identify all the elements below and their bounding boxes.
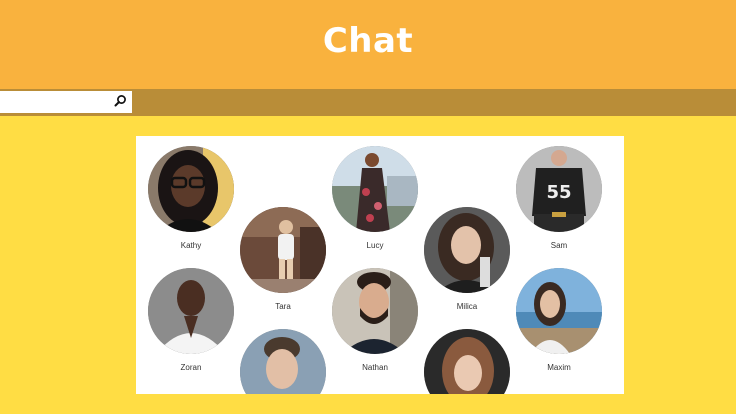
contact-milica[interactable]: Milica bbox=[422, 207, 512, 311]
contact-sam[interactable]: 55 Sam bbox=[514, 146, 604, 250]
page-title: Chat bbox=[322, 20, 414, 61]
contact-unnamed-1[interactable] bbox=[238, 329, 328, 394]
contact-name: Kathy bbox=[180, 241, 202, 250]
contact-unnamed-2[interactable] bbox=[422, 329, 512, 394]
contact-kathy[interactable]: Kathy bbox=[146, 146, 236, 250]
search-icon bbox=[114, 94, 127, 110]
search-input[interactable] bbox=[0, 91, 108, 113]
svg-text:55: 55 bbox=[546, 182, 571, 203]
contact-name: Nathan bbox=[362, 363, 388, 372]
avatar: 55 bbox=[516, 146, 602, 232]
search-button[interactable] bbox=[108, 91, 132, 113]
avatar bbox=[332, 146, 418, 232]
avatar bbox=[148, 268, 234, 354]
contact-maxim[interactable]: Maxim bbox=[514, 268, 604, 372]
avatar bbox=[240, 329, 326, 394]
contact-nathan[interactable]: Nathan bbox=[330, 268, 420, 372]
contact-lucy[interactable]: Lucy bbox=[330, 146, 420, 250]
avatar bbox=[424, 207, 510, 293]
contact-tara[interactable]: Tara bbox=[238, 207, 328, 311]
contacts-grid: Kathy Tara Lucy Milica 55 Sam Zoran Nath… bbox=[136, 136, 624, 394]
contact-name: Lucy bbox=[366, 241, 384, 250]
contact-name: Tara bbox=[275, 302, 291, 311]
avatar bbox=[148, 146, 234, 232]
avatar bbox=[516, 268, 602, 354]
app-header: Chat bbox=[0, 0, 736, 89]
contact-zoran[interactable]: Zoran bbox=[146, 268, 236, 372]
avatar bbox=[424, 329, 510, 394]
contact-name: Zoran bbox=[180, 363, 202, 372]
page-footer bbox=[0, 394, 736, 414]
avatar bbox=[240, 207, 326, 293]
contact-name: Sam bbox=[550, 241, 568, 250]
contact-name: Milica bbox=[456, 302, 478, 311]
contact-name: Maxim bbox=[547, 363, 571, 372]
avatar bbox=[332, 268, 418, 354]
